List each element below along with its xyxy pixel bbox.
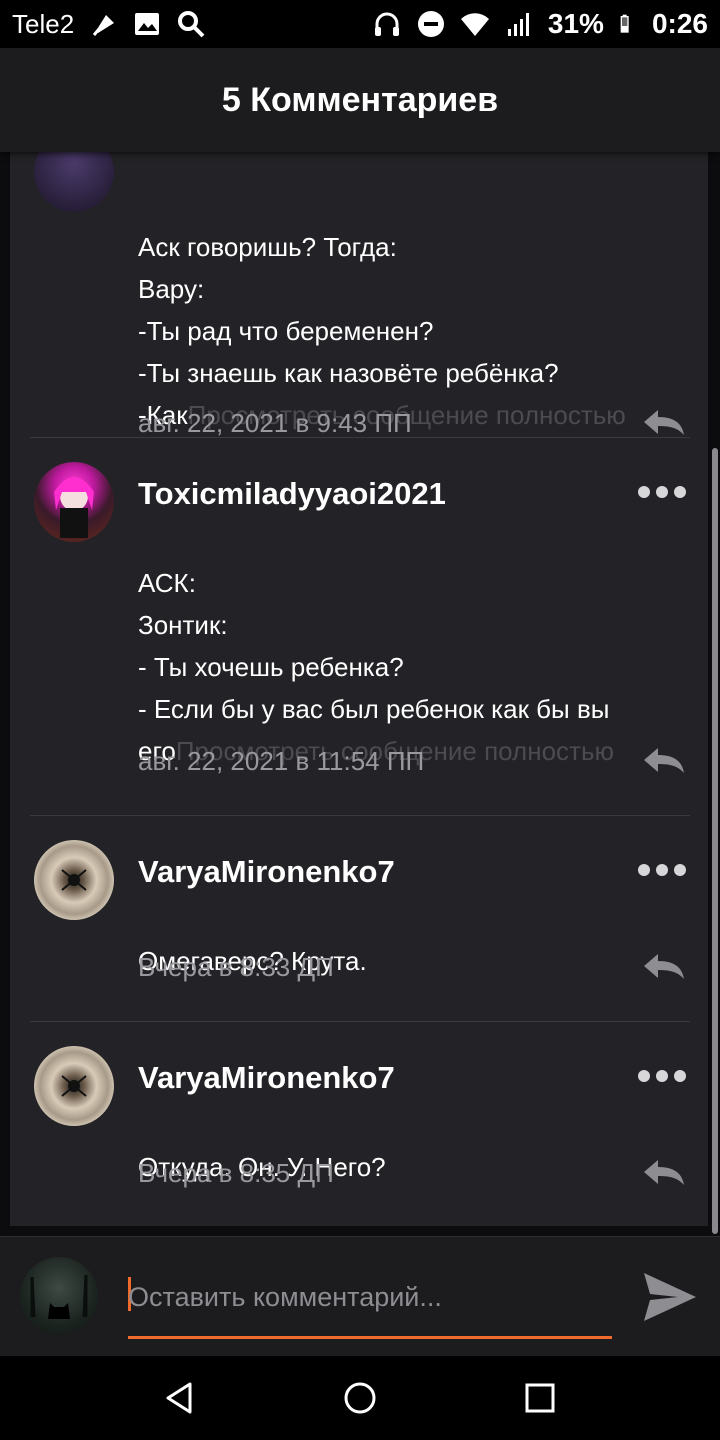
comment-item: Toxicmiladyyaoi2021 АСК: Зонтик: - Ты хо… [10, 438, 708, 816]
reply-icon[interactable] [642, 746, 686, 774]
my-avatar[interactable] [20, 1257, 98, 1335]
header: 5 Комментариев [0, 48, 720, 152]
scrollbar[interactable] [712, 448, 718, 1234]
compose-bar [0, 1236, 720, 1356]
comment-date: авг. 22, 2021 в 11:54 ПП [138, 746, 425, 776]
reply-icon[interactable] [642, 952, 686, 980]
comment-date: авг. 22, 2021 в 9:43 ПП [138, 408, 412, 438]
battery-percent: 31% [547, 8, 604, 39]
comment-username[interactable]: VaryaMironenko7 [138, 1060, 395, 1096]
pin-icon [93, 15, 115, 36]
avatar-figure-icon [54, 477, 94, 538]
navigation-bar [0, 1356, 720, 1440]
clock: 0:26 [651, 8, 708, 39]
do-not-disturb-icon [417, 11, 444, 37]
comment-item: VaryaMironenko7 Омегаверс? Крута. Вчера … [10, 816, 708, 1022]
more-options-button[interactable] [638, 486, 686, 498]
avatar-cat-icon [30, 1274, 88, 1319]
comment-item: VaryaMironenko7 Откуда. Он. У. Него? Вче… [10, 1022, 708, 1226]
comment-date: Вчера в 8:33 ДП [138, 952, 334, 982]
image-icon [135, 13, 160, 35]
reply-icon[interactable] [642, 408, 686, 436]
comment-date: Вчера в 8:35 ДП [138, 1158, 334, 1188]
signal-icon [507, 13, 529, 36]
search-icon [178, 11, 205, 38]
home-nav-icon[interactable] [340, 1378, 380, 1418]
status-bar: Tele2 31% 0:26 [0, 0, 720, 48]
avatar[interactable] [34, 462, 114, 542]
more-options-button[interactable] [638, 864, 686, 876]
avatar[interactable] [34, 152, 114, 212]
comment-input-wrapper [128, 1273, 612, 1339]
avatar[interactable] [34, 1046, 114, 1126]
wifi-icon [460, 13, 489, 36]
page-title: 5 Комментариев [221, 80, 499, 119]
comment-body: АСК: Зонтик: - Ты хочешь ребенка? - Если… [138, 520, 688, 772]
carrier-name: Tele2 [12, 8, 75, 39]
comments-list: Аск говоришь? Тогда: Вару: -Ты рад что б… [10, 152, 708, 1226]
comment-input[interactable] [128, 1273, 608, 1321]
comments-area[interactable]: Аск говоришь? Тогда: Вару: -Ты рад что б… [0, 152, 720, 1236]
avatar-spider-icon [61, 869, 87, 891]
comment-username[interactable]: VaryaMironenko7 [138, 854, 395, 890]
battery-icon [620, 14, 629, 33]
avatar-spider-icon [61, 1075, 87, 1097]
more-options-button[interactable] [638, 1070, 686, 1082]
headphones-icon [374, 12, 399, 36]
back-nav-icon[interactable] [160, 1378, 200, 1418]
recents-nav-icon[interactable] [520, 1378, 560, 1418]
send-button[interactable] [642, 1269, 698, 1325]
comment-item: Аск говоришь? Тогда: Вару: -Ты рад что б… [10, 152, 708, 438]
comment-body: Аск говоришь? Тогда: Вару: -Ты рад что б… [138, 184, 688, 436]
avatar[interactable] [34, 840, 114, 920]
comment-username[interactable]: Toxicmiladyyaoi2021 [138, 476, 446, 512]
reply-icon[interactable] [642, 1158, 686, 1186]
